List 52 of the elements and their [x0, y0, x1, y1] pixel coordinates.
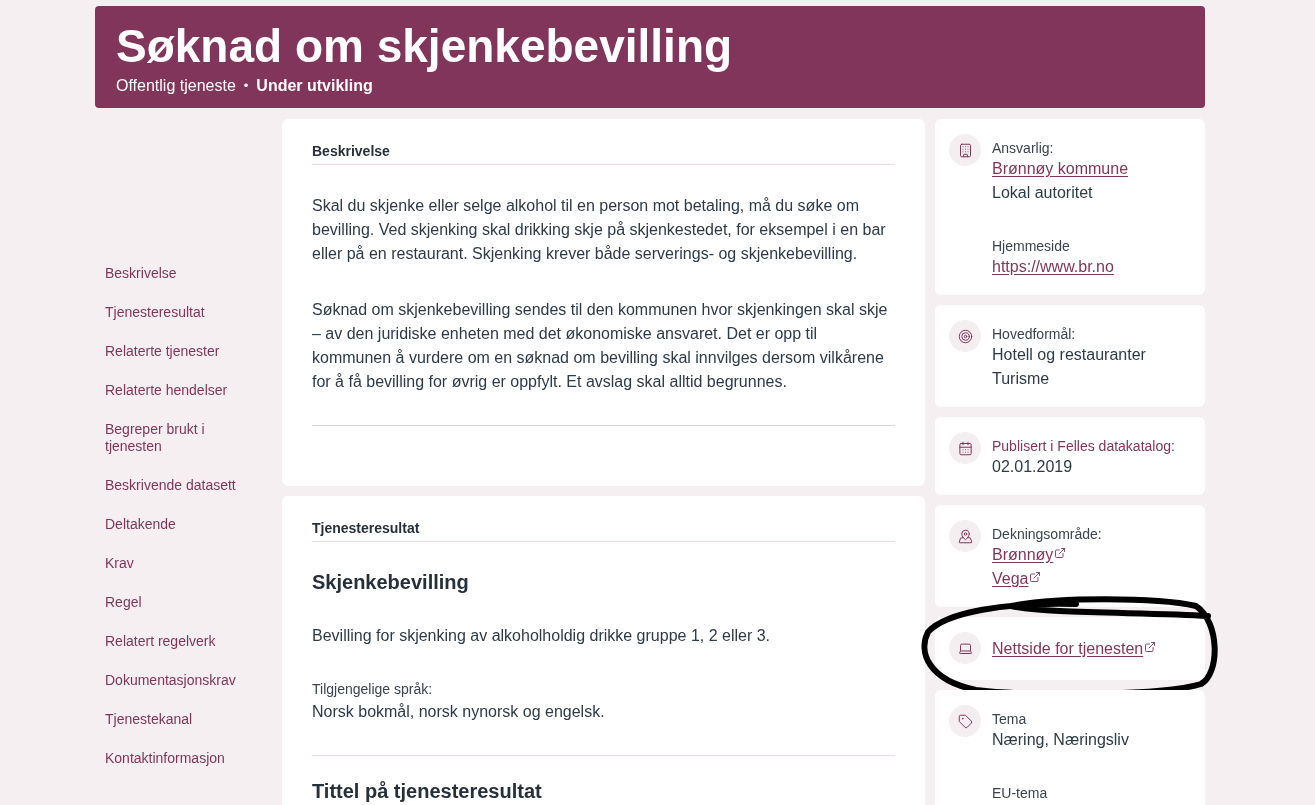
- external-link[interactable]: Nettside for tjenesten: [992, 637, 1157, 661]
- nav-link[interactable]: Dokumentasjonskrav: [95, 661, 246, 700]
- building-icon: [949, 134, 981, 166]
- external-link-icon: [1029, 571, 1042, 583]
- tag-icon: [949, 705, 981, 737]
- info-link[interactable]: https://www.br.no: [992, 255, 1114, 279]
- external-link[interactable]: Vega: [992, 567, 1042, 591]
- nav-link[interactable]: Tjenestekanal: [95, 700, 203, 739]
- map-pin-icon: [949, 520, 981, 552]
- description-paragraph: Søknad om skjenkebevilling sendes til den kommunen hvor skjenkingen skal skje – av den juridiske enheten med det økonomiske ansvaret. Det er opp til kommunen å vurdere om en søknad om bevilling skal innvilges dersom vilkårene for å få bevilling for øvrig er oppfylt. Et avslag skal alltid begrunnes.: [312, 300, 889, 392]
- result-title: Tittel på tjenesteresultat: [312, 779, 543, 804]
- result-title: Skjenkebevilling: [312, 570, 470, 595]
- nav-link[interactable]: Relaterte tjenester: [95, 332, 230, 371]
- section-heading: Beskrivelse: [312, 142, 895, 165]
- info-value: Lokal autoritet: [992, 184, 1093, 201]
- external-link[interactable]: Brønnøy: [992, 543, 1067, 567]
- info-link[interactable]: Brønnøy kommune: [992, 157, 1129, 181]
- nav-link[interactable]: Beskrivelse: [95, 254, 187, 293]
- nav-link[interactable]: Deltakende: [95, 505, 186, 544]
- nav-link[interactable]: Begreper brukt i tjenesten: [95, 410, 272, 466]
- nav-link[interactable]: Relatert regelverk: [95, 622, 226, 661]
- info-label: Hovedformål:: [992, 325, 1077, 343]
- info-label: Tema: [992, 710, 1028, 728]
- info-label: Publisert i Felles datakatalog:: [992, 437, 1176, 455]
- section-heading: Tjenesteresultat: [312, 519, 895, 542]
- nav-link[interactable]: Tjenesteresultat: [95, 293, 215, 332]
- nav-link[interactable]: Relaterte hendelser: [95, 371, 238, 410]
- info-label: Ansvarlig:: [992, 139, 1055, 157]
- info-label: Hjemmeside: [992, 237, 1071, 255]
- page-title: Søknad om skjenkebevilling: [116, 19, 734, 73]
- nav-link[interactable]: Kontaktinformasjon: [95, 739, 235, 778]
- external-link-icon: [1054, 547, 1067, 559]
- calendar-icon: [949, 432, 981, 464]
- info-value: Hotell og restauranter: [992, 346, 1146, 363]
- info-label: Dekningsområde:: [992, 525, 1103, 543]
- nav-link[interactable]: Beskrivende datasett: [95, 466, 246, 505]
- target-icon: [949, 320, 981, 352]
- languages-value: Norsk bokmål, norsk nynorsk og engelsk.: [312, 702, 606, 722]
- bullet-separator: •: [243, 77, 249, 95]
- description-paragraph: Skal du skjenke eller selge alkohol til en person mot betaling, må du søke om bevilling. Ved skjenking skal drikking skje på skjenkestedet, for eksempel i en bar eller på en restaurant. Skjenking krever både serverings- og skjenkebevilling.: [312, 196, 887, 264]
- external-link-icon: [1144, 641, 1157, 653]
- info-value: 02.01.2019: [992, 458, 1073, 475]
- laptop-icon: [949, 632, 981, 664]
- info-label: EU-tema: [992, 784, 1049, 802]
- languages-label: Tilgjengelige språk:: [312, 680, 434, 698]
- result-description: Bevilling for skjenking av alkoholholdig drikke gruppe 1, 2 eller 3.: [312, 626, 772, 646]
- nav-link[interactable]: Krav: [95, 544, 144, 583]
- service-type: Offentlig tjeneste: [116, 76, 236, 96]
- status-label: Under utvikling: [256, 76, 373, 96]
- nav-link[interactable]: Regel: [95, 583, 152, 622]
- info-value: Næring, Næringsliv: [992, 731, 1129, 748]
- info-value: Turisme: [992, 370, 1050, 387]
